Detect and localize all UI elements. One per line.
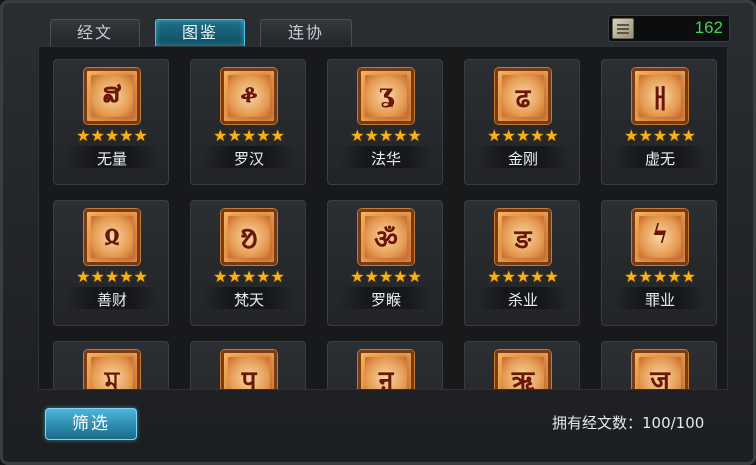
star-rating: ★★★★★ xyxy=(213,267,285,286)
sutra-glyph: ʓ xyxy=(378,79,394,109)
sutra-icon: ॐ xyxy=(358,209,414,265)
codex-card[interactable]: ज xyxy=(601,341,717,390)
sutra-glyph: ϟ xyxy=(651,220,669,250)
codex-card[interactable]: ॐ ★★★★★ 罗睺 xyxy=(327,200,443,326)
card-name: 罗汉 xyxy=(233,150,264,168)
sutra-glyph: ढ xyxy=(515,84,531,114)
sutra-glyph: ऋ xyxy=(511,366,535,390)
codex-card[interactable]: ᱚ ★★★★★ 梵天 xyxy=(190,200,306,326)
sutra-icon: ჲ xyxy=(84,209,140,265)
codex-grid: ສ ★★★★★ 无量 ቆ ★★★★★ 罗汉 ʓ ★★★★★ 法华 ढ ★★★★★ xyxy=(38,46,728,390)
sutra-icon-inner: ㅐ xyxy=(639,75,681,117)
sutra-icon: ম xyxy=(84,350,140,390)
tab-codex[interactable]: 图鉴 xyxy=(155,19,245,46)
codex-card[interactable]: ढ ★★★★★ 金刚 xyxy=(464,59,580,185)
codex-card[interactable]: ჲ ★★★★★ 善财 xyxy=(53,200,169,326)
sutra-glyph: ቆ xyxy=(240,79,258,109)
currency-display: 162 xyxy=(608,15,730,42)
codex-card[interactable]: ㅐ ★★★★★ 虚无 xyxy=(601,59,717,185)
scroll-icon xyxy=(612,18,634,39)
sutra-icon: ʓ xyxy=(358,68,414,124)
codex-card[interactable]: प xyxy=(190,341,306,390)
sutra-glyph: ㅐ xyxy=(648,85,672,115)
sutra-glyph: प xyxy=(241,366,257,390)
sutra-icon: ㅐ xyxy=(632,68,688,124)
sutra-glyph: ज xyxy=(650,366,670,390)
sutra-icon-inner: ऩ xyxy=(365,357,407,390)
codex-card[interactable]: ʓ ★★★★★ 法华 xyxy=(327,59,443,185)
currency-value: 162 xyxy=(694,18,723,37)
card-name: 虚无 xyxy=(644,150,675,168)
sutra-icon-inner: ऋ xyxy=(502,357,544,390)
sutra-icon: ज xyxy=(632,350,688,390)
sutra-icon-inner: ज xyxy=(639,357,681,390)
sutra-icon-inner: ቆ xyxy=(228,75,270,117)
sutra-icon-inner: ჲ xyxy=(91,216,133,258)
sutra-icon: ढ xyxy=(495,68,551,124)
owned-count: 拥有经文数：100/100 xyxy=(552,414,705,432)
sutra-icon-inner: प xyxy=(228,357,270,390)
codex-card[interactable]: ϟ ★★★★★ 罪业 xyxy=(601,200,717,326)
codex-card[interactable]: ቆ ★★★★★ 罗汉 xyxy=(190,59,306,185)
star-rating: ★★★★★ xyxy=(76,267,148,286)
card-name: 梵天 xyxy=(233,291,264,309)
card-name: 善财 xyxy=(96,291,127,309)
sutra-glyph: ম xyxy=(104,367,120,390)
tab-scripture[interactable]: 经文 xyxy=(50,19,140,46)
star-rating: ★★★★★ xyxy=(350,267,422,286)
sutra-icon: ङ xyxy=(495,209,551,265)
sutra-icon: ສ xyxy=(84,68,140,124)
sutra-icon-inner: ॐ xyxy=(365,216,407,258)
sutra-icon: ϟ xyxy=(632,209,688,265)
card-name: 罗睺 xyxy=(370,291,401,309)
sutra-glyph: ᱚ xyxy=(240,225,258,255)
sutra-glyph: ჲ xyxy=(103,220,121,250)
star-rating: ★★★★★ xyxy=(487,126,559,145)
card-name: 法华 xyxy=(370,150,401,168)
sutra-icon: ᱚ xyxy=(221,209,277,265)
star-rating: ★★★★★ xyxy=(76,126,148,145)
star-rating: ★★★★★ xyxy=(624,267,696,286)
codex-card[interactable]: ऋ xyxy=(464,341,580,390)
star-rating: ★★★★★ xyxy=(487,267,559,286)
sutra-icon-inner: ສ xyxy=(91,75,133,117)
sutra-icon-inner: ϟ xyxy=(639,216,681,258)
card-name: 杀业 xyxy=(507,291,538,309)
sutra-icon: प xyxy=(221,350,277,390)
card-name: 罪业 xyxy=(644,291,675,309)
codex-card[interactable]: ऩ xyxy=(327,341,443,390)
sutra-icon: ऩ xyxy=(358,350,414,390)
sutra-icon-inner: ʓ xyxy=(365,75,407,117)
sutra-glyph: ऩ xyxy=(378,366,394,390)
codex-card[interactable]: ສ ★★★★★ 无量 xyxy=(53,59,169,185)
codex-card[interactable]: ম xyxy=(53,341,169,390)
filter-button[interactable]: 筛选 xyxy=(45,408,137,440)
star-rating: ★★★★★ xyxy=(624,126,696,145)
codex-card[interactable]: ङ ★★★★★ 杀业 xyxy=(464,200,580,326)
card-name: 金刚 xyxy=(507,150,538,168)
card-name: 无量 xyxy=(96,150,127,168)
sutra-icon-inner: ম xyxy=(91,357,133,390)
sutra-icon-inner: ढ xyxy=(502,75,544,117)
sutra-glyph: ङ xyxy=(514,225,532,255)
sutra-icon-inner: ᱚ xyxy=(228,216,270,258)
sutra-glyph: ສ xyxy=(102,79,122,109)
sutra-icon-inner: ङ xyxy=(502,216,544,258)
sutra-icon: ऋ xyxy=(495,350,551,390)
star-rating: ★★★★★ xyxy=(350,126,422,145)
star-rating: ★★★★★ xyxy=(213,126,285,145)
sutra-icon: ቆ xyxy=(221,68,277,124)
tab-synergy[interactable]: 连协 xyxy=(260,19,352,46)
sutra-glyph: ॐ xyxy=(374,225,398,255)
